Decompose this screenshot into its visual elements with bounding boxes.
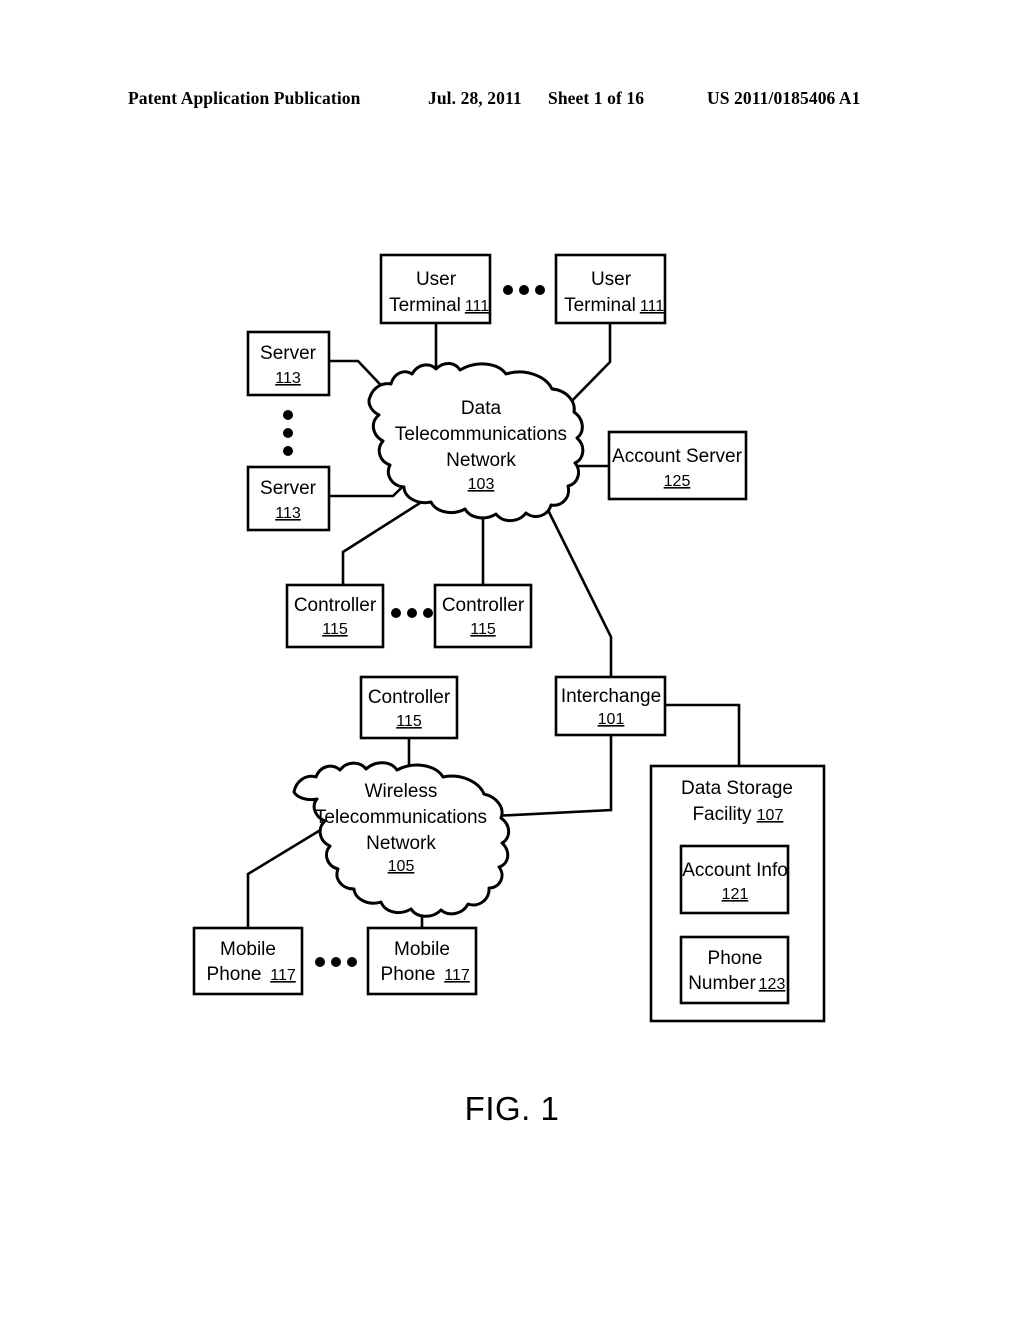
connector-data-network-to-controller-left	[341, 494, 432, 585]
connector-wireless-network-to-mobile-phone-left	[246, 821, 333, 928]
wireless-network-reference-number: 105	[388, 858, 415, 875]
data-telecommunications-network-node[interactable]: Data Telecommunications Network 103	[367, 362, 585, 523]
wireless-telecommunications-network-node[interactable]: Wireless Telecommunications Network 105	[292, 761, 511, 918]
controller-right-node[interactable]: Controller 115	[433, 583, 533, 649]
ellipsis-controllers	[391, 608, 433, 618]
phone-number-node[interactable]: Phone Number 123	[679, 935, 790, 1005]
mobile-phone-left-label-line2: Phone	[207, 964, 262, 985]
user-terminal-right-node[interactable]: User Terminal 111	[554, 253, 667, 325]
ellipsis-user-terminals	[503, 285, 545, 295]
phone-number-reference-number: 123	[759, 976, 786, 993]
wireless-network-label-line3: Network	[366, 833, 436, 854]
controller-left-node[interactable]: Controller 115	[285, 583, 385, 649]
account-server-node[interactable]: Account Server 125	[607, 430, 748, 501]
data-network-label-line1: Data	[461, 398, 502, 419]
data-storage-facility-label-line1: Data Storage	[681, 778, 793, 799]
server-bottom-label: Server	[260, 478, 317, 499]
phone-number-label-line2: Number	[688, 973, 756, 994]
user-terminal-right-reference-number: 111	[640, 298, 664, 315]
figure-caption: FIG. 1	[464, 1090, 560, 1127]
connector-data-network-to-interchange	[546, 509, 613, 677]
interchange-reference-number: 101	[598, 711, 625, 728]
patent-page: Patent Application Publication Jul. 28, …	[0, 0, 1024, 1320]
account-info-label: Account Info	[682, 860, 788, 881]
ellipsis-mobile-phones	[315, 957, 357, 967]
interchange-node[interactable]: Interchange 101	[554, 675, 667, 737]
server-top-node[interactable]: Server 113	[246, 330, 331, 397]
mobile-phone-right-label-line1: Mobile	[394, 939, 450, 960]
account-server-reference-number: 125	[664, 473, 691, 490]
data-storage-facility-node[interactable]: Data Storage Facility 107 Account Info 1…	[649, 764, 826, 1023]
server-bottom-reference-number: 113	[275, 505, 301, 522]
controller-left-reference-number: 115	[322, 621, 348, 638]
connector-interchange-to-wireless-network	[493, 735, 613, 818]
server-top-label: Server	[260, 343, 317, 364]
mobile-phone-left-node[interactable]: Mobile Phone 117	[192, 926, 304, 996]
wireless-network-label-line1: Wireless	[365, 781, 438, 802]
user-terminal-right-label-line2: Terminal	[564, 295, 636, 316]
controller-right-reference-number: 115	[470, 621, 496, 638]
account-info-reference-number: 121	[722, 886, 749, 903]
phone-number-label-line1: Phone	[708, 948, 763, 969]
user-terminal-left-reference-number: 111	[465, 298, 489, 315]
data-network-reference-number: 103	[468, 476, 495, 493]
mobile-phone-left-label-line1: Mobile	[220, 939, 276, 960]
data-network-label-line3: Network	[446, 450, 516, 471]
server-top-reference-number: 113	[275, 370, 301, 387]
user-terminal-left-label-line2: Terminal	[389, 295, 461, 316]
account-server-label: Account Server	[612, 446, 743, 467]
data-storage-facility-reference-number: 107	[757, 807, 784, 824]
mobile-phone-left-reference-number: 117	[270, 967, 296, 984]
controller-lower-node[interactable]: Controller 115	[359, 675, 459, 740]
mobile-phone-right-node[interactable]: Mobile Phone 117	[366, 926, 478, 996]
ellipsis-servers	[283, 410, 293, 456]
mobile-phone-right-reference-number: 117	[444, 967, 470, 984]
server-bottom-node[interactable]: Server 113	[246, 465, 331, 532]
interchange-label: Interchange	[561, 686, 661, 707]
controller-left-label: Controller	[294, 595, 377, 616]
user-terminal-left-node[interactable]: User Terminal 111	[379, 253, 492, 325]
mobile-phone-right-label-line2: Phone	[381, 964, 436, 985]
data-storage-facility-label-line2: Facility	[692, 804, 752, 825]
data-network-label-line2: Telecommunications	[395, 424, 567, 445]
account-info-node[interactable]: Account Info 121	[679, 844, 790, 915]
controller-lower-label: Controller	[368, 687, 451, 708]
controller-right-label: Controller	[442, 595, 525, 616]
connector-interchange-to-data-storage-facility	[665, 703, 741, 766]
user-terminal-right-label-line1: User	[591, 269, 632, 290]
user-terminal-left-label-line1: User	[416, 269, 457, 290]
controller-lower-reference-number: 115	[396, 713, 422, 730]
wireless-network-label-line2: Telecommunications	[315, 807, 487, 828]
